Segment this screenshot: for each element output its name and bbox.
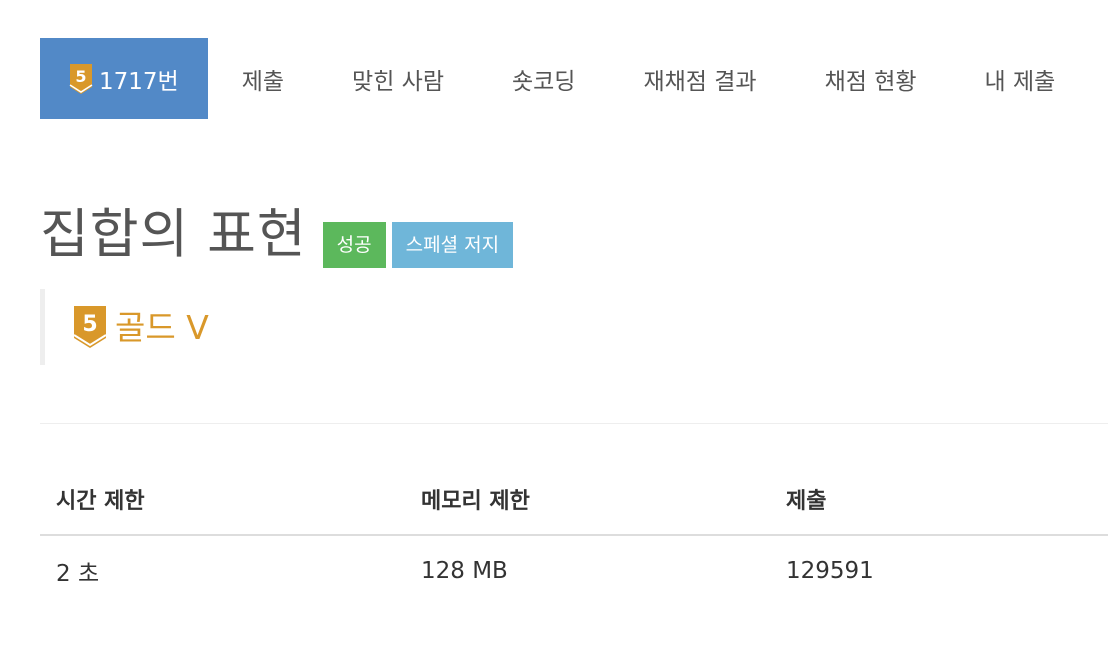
submissions-header: 제출 [770,463,1108,536]
gold-tier-badge-icon: 5 [69,63,93,95]
tier-name[interactable]: 골드 V [115,311,209,344]
tab-problem-label: 1717번 [99,68,179,95]
tab-submit-label: 제출 [241,68,285,95]
time-limit-header: 시간 제한 [40,463,405,536]
problem-tier: 5 골드 V [40,289,209,365]
time-limit-value: 2 초 [56,560,100,587]
tab-status[interactable]: 채점 현황 [791,38,951,119]
divider [40,423,1108,424]
tab-accepted-users[interactable]: 맞힌 사람 [318,38,478,119]
tab-submit[interactable]: 제출 [208,38,318,119]
problem-header: 집합의 표현 성공 스페셜 저지 [40,200,514,270]
tab-accepted-users-label: 맞힌 사람 [352,68,444,95]
tab-short-coding[interactable]: 숏코딩 [478,38,609,119]
svg-text:5: 5 [75,67,86,86]
problem-tabs: 5 1717번 제출 맞힌 사람 숏코딩 재채점 결과 채점 현황 내 제출 [40,38,1089,119]
problem-info-table: 시간 제한 메모리 제한 제출 2 초 128 MB 129591 [40,463,1108,605]
tab-status-label: 채점 현황 [824,68,917,95]
submissions-value: 129591 [786,557,874,584]
memory-limit-header: 메모리 제한 [405,463,770,536]
problem-page: 5 1717번 제출 맞힌 사람 숏코딩 재채점 결과 채점 현황 내 제출 집… [0,0,1108,656]
table-row: 2 초 128 MB 129591 [40,535,1108,605]
tab-my-submissions-label: 내 제출 [984,68,1056,95]
tab-rejudge-results-label: 재채점 결과 [643,68,757,95]
tab-my-submissions[interactable]: 내 제출 [951,38,1090,119]
gold-tier-badge-icon: 5 [73,305,107,349]
tab-short-coding-label: 숏코딩 [511,68,576,95]
tab-problem[interactable]: 5 1717번 [40,38,208,119]
problem-title: 집합의 표현 [40,204,307,265]
svg-text:5: 5 [82,312,97,337]
table-header-row: 시간 제한 메모리 제한 제출 [40,463,1108,536]
status-badge: 성공 [322,222,386,268]
tab-rejudge-results[interactable]: 재채점 결과 [609,38,790,119]
special-judge-badge: 스페셜 저지 [391,222,514,268]
memory-limit-value: 128 MB [421,557,508,584]
